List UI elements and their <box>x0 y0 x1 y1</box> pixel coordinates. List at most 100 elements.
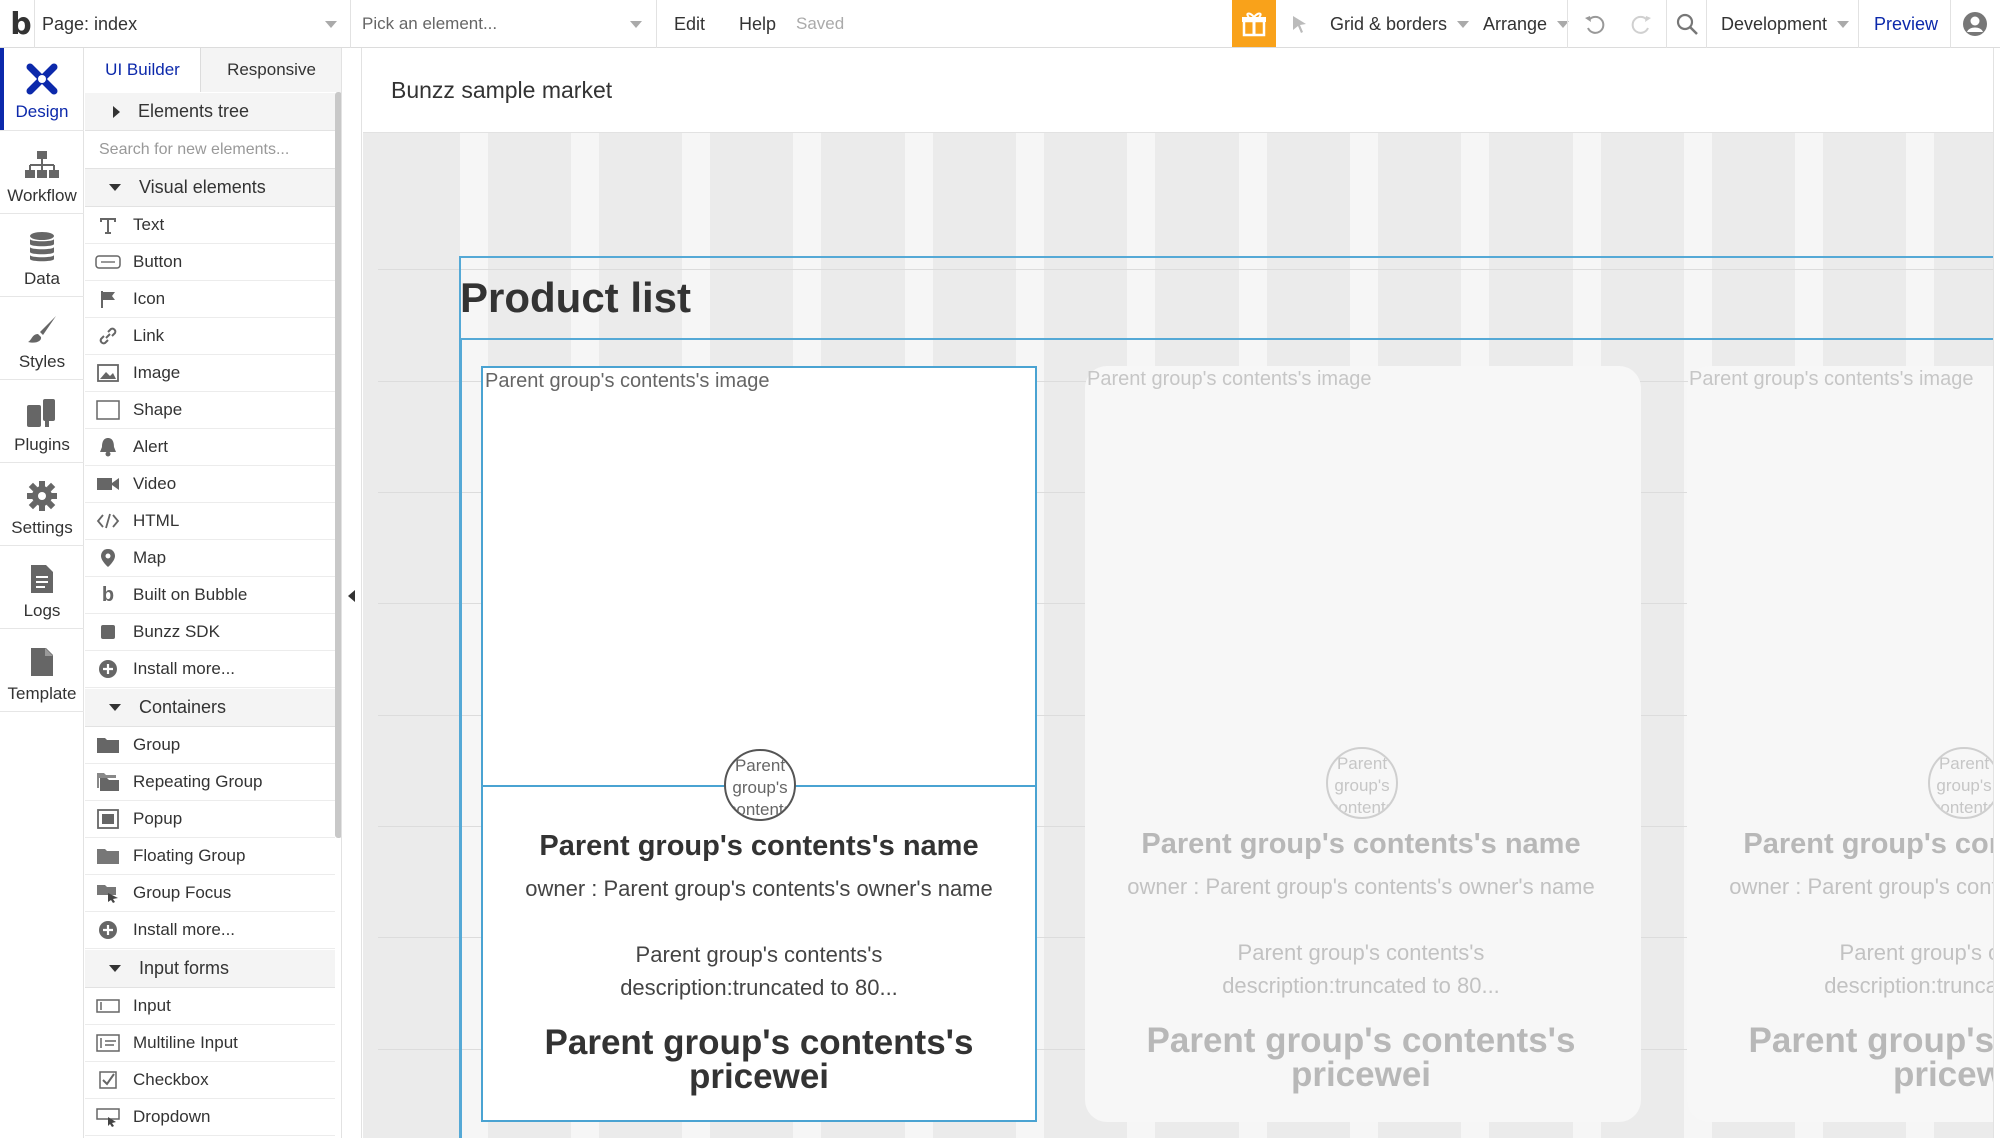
chevron-right-icon <box>113 105 120 118</box>
undo-icon <box>1585 15 1605 34</box>
palette-item-popup[interactable]: Popup <box>85 801 335 838</box>
palette-item-install-more-containers[interactable]: Install more... <box>85 912 335 949</box>
palette-item-group-focus[interactable]: Group Focus <box>85 875 335 912</box>
saved-status: Saved <box>796 14 845 33</box>
palette-item-shape[interactable]: Shape <box>85 392 335 429</box>
section-input-forms[interactable]: Input forms <box>85 950 335 988</box>
nav-logs-label: Logs <box>23 601 61 620</box>
edit-menu[interactable]: Edit <box>674 0 705 48</box>
palette-item-button[interactable]: Button <box>85 244 335 281</box>
nav-template[interactable]: Template <box>0 630 84 710</box>
document-icon <box>31 565 53 593</box>
palette-item-floating-group[interactable]: Floating Group <box>85 838 335 875</box>
redo-button[interactable] <box>1628 0 1654 48</box>
palette-item-map[interactable]: Map <box>85 540 335 577</box>
nav-plugins[interactable]: Plugins <box>0 381 84 461</box>
folder-icon <box>95 845 121 867</box>
plus-circle-icon <box>95 919 121 941</box>
multiline-input-icon <box>95 1032 121 1054</box>
chevron-down-icon <box>109 965 121 972</box>
palette-item-group[interactable]: Group <box>85 727 335 764</box>
palette-item-dropdown[interactable]: Dropdown <box>85 1099 335 1136</box>
square-icon <box>95 399 121 421</box>
left-navigation: Design Workflow Data Styles Plugins Sett… <box>0 48 84 1138</box>
palette-item-bunzz-sdk[interactable]: Bunzz SDK <box>85 614 335 651</box>
page-selector[interactable]: Page: index <box>34 0 349 48</box>
section-containers[interactable]: Containers <box>85 689 335 727</box>
elements-tree-toggle[interactable]: Elements tree <box>85 93 335 131</box>
chevron-down-icon <box>109 704 121 711</box>
canvas-scrollbar[interactable] <box>1993 48 2000 1138</box>
environment-label: Development <box>1721 13 1828 34</box>
tab-ui-builder[interactable]: UI Builder <box>85 48 201 92</box>
search-icon <box>1676 13 1698 35</box>
palette-item-built-on-bubble[interactable]: b Built on Bubble <box>85 577 335 614</box>
nav-settings-label: Settings <box>11 518 73 537</box>
palette-item-label: Video <box>133 474 177 493</box>
folder-icon <box>95 734 121 756</box>
palette-item-label: Group <box>133 735 181 754</box>
nav-workflow[interactable]: Workflow <box>0 132 84 212</box>
element-search-input[interactable]: Search for new elements... <box>85 131 335 169</box>
palette-item-video[interactable]: Video <box>85 466 335 503</box>
map-pin-icon <box>95 547 121 569</box>
logo-text: b <box>10 6 32 42</box>
nav-data[interactable]: Data <box>0 215 84 295</box>
video-icon <box>95 473 121 495</box>
nav-styles-label: Styles <box>18 352 66 371</box>
palette-item-text[interactable]: Text <box>85 207 335 244</box>
tab-responsive[interactable]: Responsive <box>201 48 341 92</box>
palette-item-label: Popup <box>133 809 183 828</box>
element-picker[interactable]: Pick an element... <box>350 0 656 48</box>
palette-tabs: UI Builder Responsive <box>85 48 341 92</box>
nav-styles[interactable]: Styles <box>0 298 84 378</box>
palette-item-link[interactable]: Link <box>85 318 335 355</box>
page-header: Bunzz sample market <box>363 48 1993 133</box>
chevron-down-icon <box>109 184 121 191</box>
palette-item-icon[interactable]: Icon <box>85 281 335 318</box>
palette-item-label: Install more... <box>133 920 236 939</box>
palette-collapse-gutter[interactable] <box>342 48 362 1138</box>
cursor-arrow-icon <box>1293 16 1306 33</box>
arrange-label: Arrange <box>1483 13 1548 34</box>
search-button[interactable] <box>1674 0 1700 48</box>
editor-canvas[interactable]: Bunzz sample market <box>363 48 2000 1138</box>
palette-scrollbar[interactable] <box>335 92 341 838</box>
help-menu[interactable]: Help <box>739 0 776 48</box>
plugin-icon <box>27 399 55 427</box>
palette-item-alert[interactable]: Alert <box>85 429 335 466</box>
preview-button[interactable]: Preview <box>1874 0 1938 48</box>
environment-selector[interactable]: Development <box>1721 0 1850 48</box>
grid-borders-menu[interactable]: Grid & borders <box>1330 0 1470 48</box>
checkbox-icon <box>95 1069 121 1091</box>
palette-item-label: Link <box>133 326 165 345</box>
palette-item-label: Install more... <box>133 659 236 678</box>
undo-button[interactable] <box>1582 0 1608 48</box>
plus-circle-icon <box>95 658 121 680</box>
nav-plugins-label: Plugins <box>14 435 70 454</box>
nav-settings[interactable]: Settings <box>0 464 84 544</box>
nav-logs[interactable]: Logs <box>0 547 84 627</box>
account-button[interactable] <box>1960 0 1990 48</box>
chevron-down-icon <box>630 20 642 28</box>
selector-tool[interactable] <box>1286 0 1314 48</box>
section-visual-elements[interactable]: Visual elements <box>85 169 335 207</box>
arrange-menu[interactable]: Arrange <box>1483 0 1570 48</box>
palette-item-label: Multiline Input <box>133 1033 238 1052</box>
active-nav-indicator <box>0 48 4 130</box>
collapse-arrow-icon <box>348 590 355 602</box>
palette-item-multiline-input[interactable]: Multiline Input <box>85 1025 335 1062</box>
nav-design[interactable]: Design <box>0 48 84 128</box>
gift-button[interactable] <box>1232 0 1276 47</box>
palette-item-repeating-group[interactable]: Repeating Group <box>85 764 335 801</box>
code-icon <box>95 510 121 532</box>
database-icon <box>30 232 54 262</box>
palette-item-label: Button <box>133 252 183 271</box>
palette-item-html[interactable]: HTML <box>85 503 335 540</box>
palette-item-input[interactable]: Input <box>85 988 335 1025</box>
palette-item-checkbox[interactable]: Checkbox <box>85 1062 335 1099</box>
bubble-logo[interactable]: b <box>6 0 36 48</box>
elements-tree-label: Elements tree <box>138 101 250 121</box>
palette-item-install-more-visual[interactable]: Install more... <box>85 651 335 688</box>
palette-item-image[interactable]: Image <box>85 355 335 392</box>
